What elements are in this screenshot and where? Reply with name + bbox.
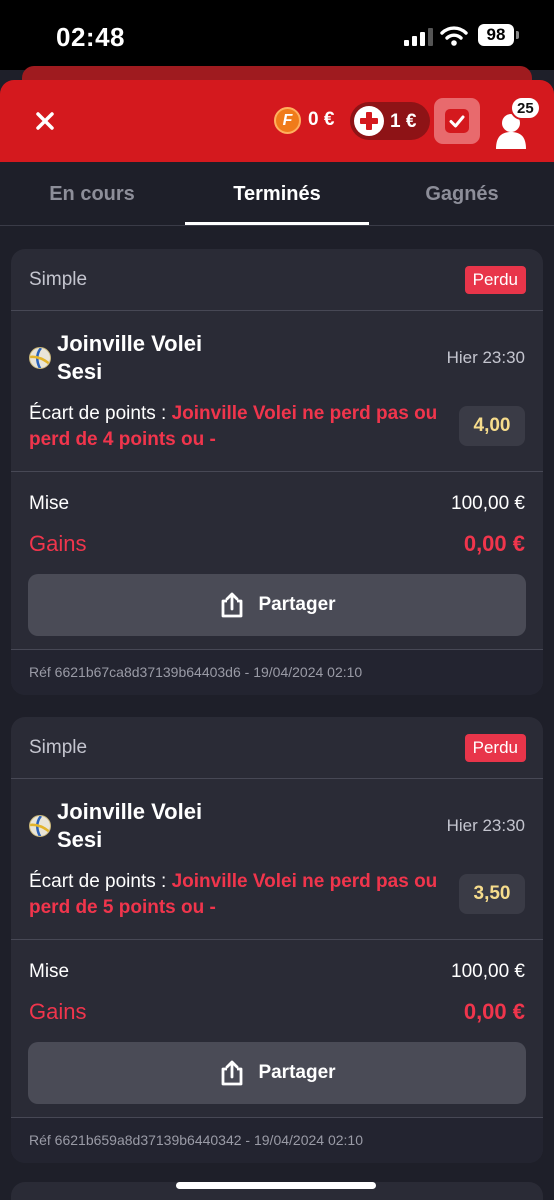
gains-value: 0,00 € — [463, 999, 525, 1024]
bets-tabs: En cours Terminés Gagnés — [0, 162, 554, 226]
tab-gagnes[interactable]: Gagnés — [370, 162, 554, 226]
checkmark-icon — [445, 109, 469, 133]
share-label: Partager — [258, 594, 336, 615]
odds-value: 3,50 — [459, 874, 525, 914]
tab-termines[interactable]: Terminés — [185, 162, 369, 226]
app-header: F 0 € 1 € 25 — [0, 80, 554, 162]
status-time: 02:48 — [56, 22, 125, 52]
bet-reference: Réf 6621b67ca8d37139b64403d6 - 19/04/202… — [29, 664, 363, 680]
odds-value: 4,00 — [459, 406, 525, 446]
home-indicator[interactable] — [176, 1182, 376, 1189]
market-description: Écart de points : Joinville Volei ne per… — [29, 869, 439, 921]
share-button[interactable]: Partager — [28, 574, 526, 636]
market-label: Écart de points : — [29, 403, 172, 424]
bet-reference: Réf 6621b659a8d37139b6440342 - 19/04/202… — [29, 1132, 363, 1148]
share-icon — [222, 592, 243, 618]
profile-button[interactable]: 25 — [494, 96, 542, 150]
notification-badge: 25 — [510, 96, 541, 120]
share-button[interactable]: Partager — [28, 1042, 526, 1104]
event-time: Hier 23:30 — [446, 348, 525, 367]
stake-label: Mise — [29, 961, 70, 982]
status-bar: 02:48 98 — [0, 0, 554, 70]
bet-card: Simple Perdu Joinville Volei Sesi Hier 2… — [11, 249, 543, 695]
gains-value: 0,00 € — [463, 531, 525, 556]
plus-icon — [354, 106, 384, 136]
tab-en-cours[interactable]: En cours — [0, 162, 184, 226]
team-away: Sesi — [57, 359, 103, 384]
gains-label: Gains — [29, 999, 87, 1024]
volleyball-icon — [29, 347, 51, 369]
bet-reference-footer: Réf 6621b67ca8d37139b64403d6 - 19/04/202… — [11, 649, 543, 695]
volleyball-icon — [29, 815, 51, 837]
battery-nub — [516, 31, 519, 39]
event-time: Hier 23:30 — [446, 816, 525, 835]
bet-reference-footer: Réf 6621b659a8d37139b6440342 - 19/04/202… — [11, 1117, 543, 1163]
team-home: Joinville Volei — [57, 799, 203, 824]
bonus-balance: 1 € — [390, 111, 417, 132]
freebet-balance[interactable]: 0 € — [308, 109, 334, 131]
cellular-signal-icon — [404, 28, 433, 46]
team-away: Sesi — [57, 827, 103, 852]
betslip-button[interactable] — [434, 98, 480, 144]
stake-label: Mise — [29, 493, 70, 514]
stake-value: 100,00 € — [451, 961, 525, 982]
bet-type: Simple — [29, 737, 88, 758]
stake-value: 100,00 € — [451, 493, 525, 514]
status-badge: Perdu — [464, 266, 526, 294]
bet-card: Simple Perdu Joinville Volei Sesi Hier 2… — [11, 717, 543, 1163]
battery-indicator: 98 — [478, 24, 514, 46]
market-label: Écart de points : — [29, 871, 172, 892]
freebet-icon-letter: F — [282, 111, 293, 129]
share-label: Partager — [258, 1062, 336, 1083]
market-description: Écart de points : Joinville Volei ne per… — [29, 401, 439, 453]
divider — [11, 939, 543, 940]
gains-label: Gains — [29, 531, 87, 556]
freebet-coin-icon: F — [274, 107, 301, 134]
bet-card-header: Simple Perdu — [11, 717, 543, 779]
bonus-balance-pill[interactable]: 1 € — [350, 102, 430, 140]
team-home: Joinville Volei — [57, 331, 203, 356]
divider — [11, 471, 543, 472]
status-badge: Perdu — [464, 734, 526, 762]
close-icon[interactable] — [30, 106, 60, 136]
bet-type: Simple — [29, 269, 88, 290]
share-icon — [222, 1060, 243, 1086]
bet-card-header: Simple Perdu — [11, 249, 543, 311]
active-tab-indicator — [185, 222, 369, 225]
wifi-icon — [440, 26, 468, 46]
